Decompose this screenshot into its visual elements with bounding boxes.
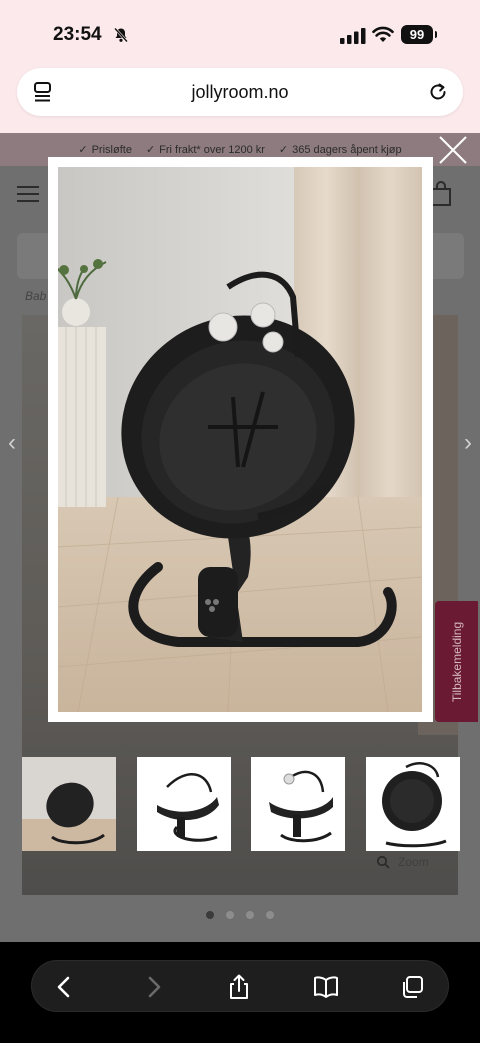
tabs-icon[interactable]	[399, 974, 425, 1000]
feedback-button[interactable]: Tilbakemelding	[435, 601, 478, 722]
gallery-dot[interactable]	[246, 911, 254, 919]
breadcrumb[interactable]: Bab	[25, 289, 46, 303]
thumbnail-strip	[0, 757, 480, 851]
forward-icon[interactable]	[140, 974, 166, 1000]
thumb-bouncer-front[interactable]	[366, 757, 460, 851]
url-bar[interactable]: jollyroom.no	[17, 68, 463, 116]
usp-label: 365 dagers åpent kjøp	[292, 143, 402, 156]
gallery-dot[interactable]	[206, 911, 214, 919]
thumb-bouncer-side[interactable]	[137, 757, 231, 851]
usp-item: ✓ Fri frakt* over 1200 kr	[145, 143, 265, 157]
thumb-bouncer-room[interactable]	[22, 757, 116, 851]
usp-item: ✓ 365 dagers åpent kjøp	[278, 143, 402, 157]
feedback-label: Tilbakemelding	[449, 621, 464, 702]
cellular-signal-icon	[340, 28, 366, 44]
magnifier-icon	[376, 855, 390, 869]
close-icon[interactable]	[437, 134, 469, 166]
baby-bouncer-main-image[interactable]	[58, 167, 422, 712]
hamburger-menu-icon[interactable]	[17, 186, 39, 202]
thumb-bouncer-angle[interactable]	[251, 757, 345, 851]
usp-label: Fri frakt* over 1200 kr	[159, 143, 265, 156]
usp-label: Prisløfte	[91, 143, 132, 156]
lightbox	[48, 157, 433, 722]
wifi-icon	[372, 26, 394, 42]
bookmarks-icon[interactable]	[313, 974, 339, 1000]
cart-icon[interactable]	[430, 181, 452, 207]
status-time: 23:54	[53, 24, 102, 45]
usp-item: ✓ Prisløfte	[78, 143, 132, 157]
gallery-prev-icon[interactable]: ‹	[8, 429, 16, 457]
browser-toolbar	[31, 960, 449, 1012]
battery-icon: 99	[401, 25, 437, 44]
gallery-dots	[0, 911, 480, 919]
back-icon[interactable]	[52, 974, 78, 1000]
gallery-next-icon[interactable]: ›	[464, 429, 472, 457]
url-text[interactable]: jollyroom.no	[17, 82, 463, 103]
check-icon: ✓	[278, 144, 289, 156]
gallery-dot[interactable]	[266, 911, 274, 919]
zoom-hint[interactable]: Zoom	[376, 855, 429, 869]
zoom-label: Zoom	[398, 855, 429, 869]
share-icon[interactable]	[226, 974, 252, 1000]
browser-chrome-top: 23:54 99 jollyroom.no	[0, 0, 480, 133]
check-icon: ✓	[78, 144, 88, 156]
bell-slash-icon	[114, 27, 128, 43]
reload-icon[interactable]	[427, 81, 449, 103]
check-icon: ✓	[145, 144, 156, 156]
gallery-dot[interactable]	[226, 911, 234, 919]
